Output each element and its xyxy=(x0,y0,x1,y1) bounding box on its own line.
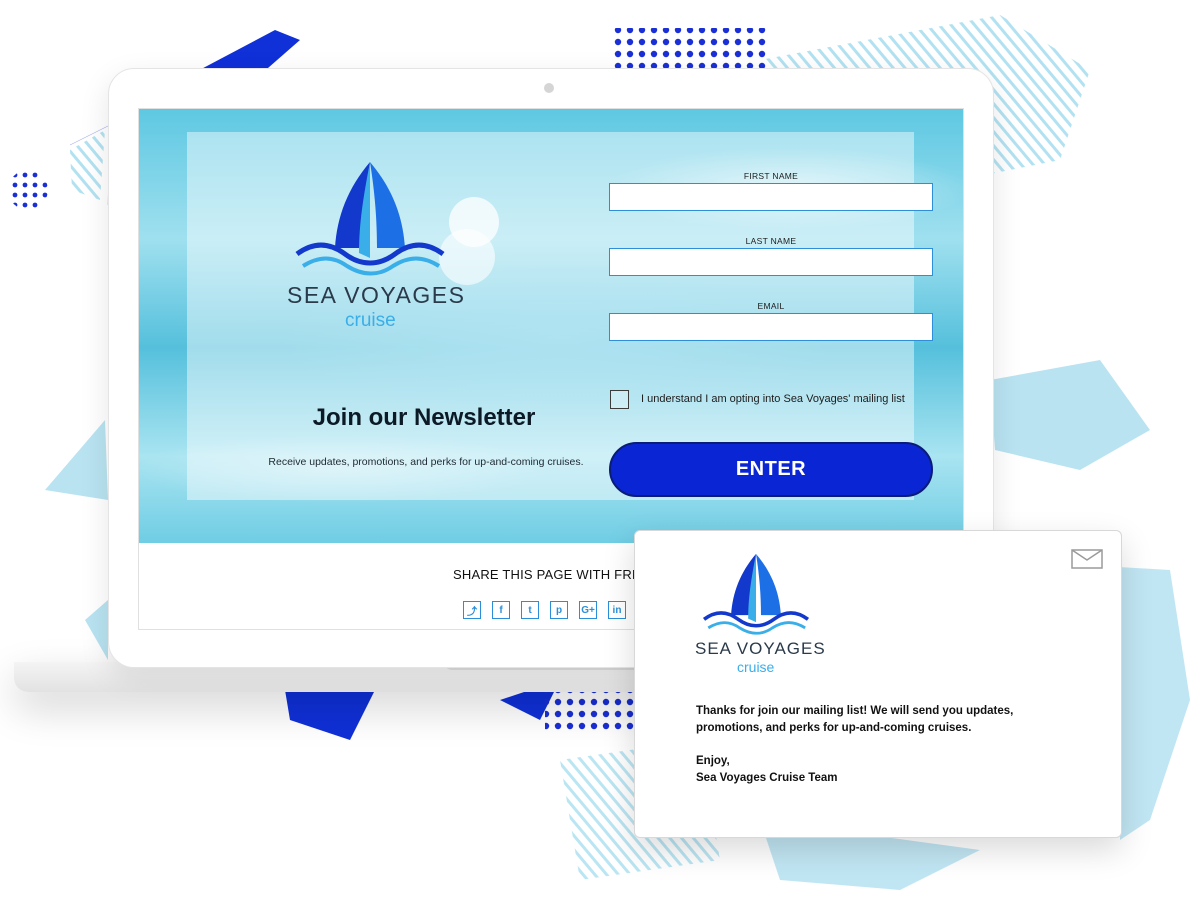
share-icon[interactable]: ⤴ xyxy=(463,601,481,619)
card-closing: Enjoy, xyxy=(696,755,730,767)
consent-checkbox[interactable] xyxy=(610,390,629,409)
last-name-field[interactable] xyxy=(609,248,933,276)
card-signature: Sea Voyages Cruise Team xyxy=(696,772,838,784)
email-confirmation-card: SEA VOYAGES cruise Thanks for join our m… xyxy=(634,530,1122,838)
share-icon-row: ⤴ f t p G+ in xyxy=(463,601,626,619)
ship-sail-wave-logo xyxy=(295,162,445,276)
card-brand-name: SEA VOYAGES xyxy=(695,639,826,658)
facebook-icon[interactable]: f xyxy=(492,601,510,619)
consent-label: I understand I am opting into Sea Voyage… xyxy=(641,393,905,405)
brush-stroke-blue-bottom xyxy=(285,690,375,740)
enter-button[interactable]: ENTER xyxy=(609,442,933,497)
newsletter-headline: Join our Newsletter xyxy=(312,404,536,431)
email-field[interactable] xyxy=(609,313,933,341)
envelope-icon xyxy=(1071,549,1103,569)
brand-name: SEA VOYAGES xyxy=(287,282,466,308)
first-name-label: FIRST NAME xyxy=(743,171,799,181)
laptop-camera xyxy=(544,83,554,93)
linkedin-icon[interactable]: in xyxy=(608,601,626,619)
card-brand-sub: cruise xyxy=(737,659,775,675)
google-plus-icon[interactable]: G+ xyxy=(579,601,597,619)
newsletter-panel: SEA VOYAGES cruise Join our Newsletter R… xyxy=(187,132,933,500)
card-message: Thanks for join our mailing list! We wil… xyxy=(696,705,1014,734)
last-name-label: LAST NAME xyxy=(745,236,797,246)
card-signoff: Enjoy, Sea Voyages Cruise Team xyxy=(696,753,837,787)
newsletter-subline: Receive updates, promotions, and perks f… xyxy=(268,456,584,468)
first-name-field[interactable] xyxy=(609,183,933,211)
ocean-background: SEA VOYAGES cruise Join our Newsletter R… xyxy=(139,109,963,543)
dot-cluster xyxy=(8,170,48,210)
brand-sub: cruise xyxy=(345,310,396,331)
twitter-icon[interactable]: t xyxy=(521,601,539,619)
email-label: EMAIL xyxy=(757,301,785,311)
pinterest-icon[interactable]: p xyxy=(550,601,568,619)
ship-sail-wave-logo-small xyxy=(702,553,810,635)
